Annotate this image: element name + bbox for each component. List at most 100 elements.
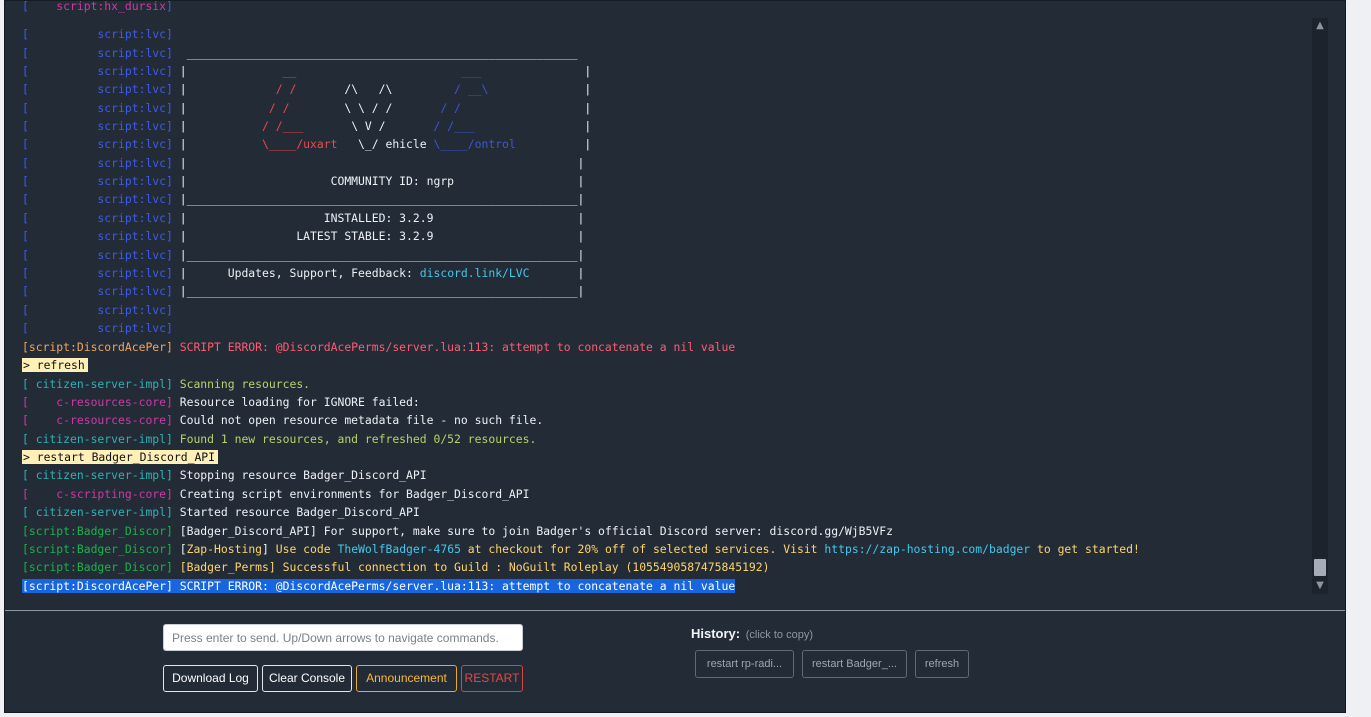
scroll-down-icon[interactable]: ▼ [1312, 578, 1328, 594]
console-text: [script:Badger_Discor] [22, 560, 173, 574]
console-text: \ V / [303, 119, 434, 133]
console-line: [ c-scripting-core] Creating script envi… [22, 485, 529, 503]
console-text: | INSTALLED: 3.2.9 | [172, 211, 585, 225]
clear-console-button[interactable]: Clear Console [262, 665, 352, 692]
console-text: [ script:lvc] [22, 137, 173, 151]
console-text: > restart Badger_Discord_API [22, 450, 219, 464]
console-text: [ script:lvc] [22, 321, 173, 335]
console-text: TheWolfBadger-4765 [337, 542, 461, 556]
console-text: | COMMUNITY ID: ngrp | [172, 174, 585, 188]
console-text: [ [22, 1, 57, 13]
console-text: at checkout for 20% off of selected serv… [460, 542, 825, 556]
console-text: Found 1 new resources, and refreshed 0/5… [172, 432, 537, 446]
console-text: [ script:lvc] [22, 174, 173, 188]
console-text: [ script:lvc] [22, 303, 173, 317]
console-text: [ citizen-server-impl] [22, 505, 173, 519]
console-text: [ c-resources-core] [22, 395, 173, 409]
console-text: Started resource Badger_Discord_API [172, 505, 420, 519]
console-text: | [172, 64, 187, 78]
console-text: | [172, 119, 187, 133]
console-text: [ script:lvc] [22, 192, 173, 206]
scroll-thumb[interactable] [1314, 559, 1326, 576]
download-log-button[interactable]: Download Log [163, 665, 258, 692]
console-text: __ [186, 64, 461, 78]
console-line: [ script:lvc] | INSTALLED: 3.2.9 | [22, 209, 584, 227]
server-console-panel: [ script:hx_dursix][ script:lvc][ script… [4, 0, 1346, 713]
console-text: [Badger_Discord_API] For support, make s… [172, 524, 893, 538]
console-line: [ script:lvc] __________________________… [22, 44, 577, 62]
history-item[interactable]: restart rp-radi... [695, 650, 794, 678]
console-text: [ script:lvc] [22, 284, 173, 298]
console-text: Scanning resources. [172, 377, 311, 391]
console-text: | [529, 266, 585, 280]
console-line: [ script:lvc] | Updates, Support, Feedba… [22, 264, 584, 282]
history-title: History: [691, 626, 741, 641]
console-text: [script:DiscordAcePer] [22, 340, 173, 354]
console-line: [ script:lvc] [22, 25, 173, 43]
console-text: | [515, 137, 592, 151]
console-text: [ script:lvc] [22, 229, 173, 243]
announcement-button[interactable]: Announcement [356, 665, 457, 692]
console-text: / /___ [186, 119, 304, 133]
console-text: Resource loading for IGNORE failed: [172, 395, 420, 409]
console-text: [ script:lvc] [22, 211, 173, 225]
console-text: [Badger_Perms] Successful connection to … [172, 560, 770, 574]
console-text: [ c-resources-core] [22, 413, 173, 427]
console-text: https://zap-hosting.com/badger [824, 542, 1031, 556]
console-line: [ script:lvc] | __ ___ | [22, 62, 591, 80]
console-text: |_______________________________________… [172, 248, 585, 262]
console-text: / / [186, 101, 290, 115]
console-line: [ script:lvc] | COMMUNITY ID: ngrp | [22, 172, 584, 190]
console-text: | LATEST STABLE: 3.2.9 | [172, 229, 585, 243]
console-text: discord.link/LVC [419, 266, 530, 280]
console-text: ________________________________________… [172, 46, 578, 60]
console-text: [ script:lvc] [22, 82, 173, 96]
console-line: [script:DiscordAcePer] SCRIPT ERROR: @Di… [22, 577, 736, 595]
history-item[interactable]: refresh [915, 650, 969, 678]
console-line: [ script:lvc] [22, 319, 173, 337]
console-text: |_______________________________________… [172, 284, 585, 298]
console-line: > refresh [22, 356, 88, 374]
console-text: | [172, 137, 187, 151]
command-input[interactable] [163, 624, 523, 651]
console-text: [ citizen-server-impl] [22, 432, 173, 446]
console-text: | | [172, 156, 585, 170]
console-line: [ script:lvc] | / / \ \ / / / / | [22, 99, 591, 117]
console-text: / / [186, 82, 297, 96]
console-text: |_______________________________________… [172, 192, 585, 206]
console-text: SCRIPT ERROR: @DiscordAcePerms/server.lu… [172, 340, 736, 354]
restart-button[interactable]: RESTART [461, 665, 523, 692]
history-heading: History: (click to copy) [691, 626, 813, 641]
console-text: [ script:lvc] [22, 266, 173, 280]
console-text: \ \ / / [289, 101, 434, 115]
console-line: [script:Badger_Discor] [Zap-Hosting] Use… [22, 540, 1140, 558]
console-line: [ script:lvc] |_________________________… [22, 246, 584, 264]
console-text: [ script:lvc] [22, 248, 173, 262]
console-text: [ script:lvc] [22, 101, 173, 115]
console-output[interactable]: [ script:hx_dursix][ script:lvc][ script… [22, 1, 1312, 595]
console-line: [script:Badger_Discor] [Badger_Perms] Su… [22, 558, 770, 576]
console-line: > restart Badger_Discord_API [22, 448, 219, 466]
console-text: [ script:lvc] [22, 46, 173, 60]
console-text: | Updates, Support, Feedback: [172, 266, 420, 280]
console-text: | [172, 82, 187, 96]
console-text: Creating script environments for Badger_… [172, 487, 530, 501]
console-text: \____/ontrol [433, 137, 516, 151]
console-line: [ script:lvc] |_________________________… [22, 282, 584, 300]
console-text: | [481, 64, 592, 78]
console-text: ] [166, 1, 173, 13]
console-text: | [488, 82, 592, 96]
console-text: Stopping resource Badger_Discord_API [172, 468, 427, 482]
console-text: | [474, 119, 592, 133]
console-text: / /___ [433, 119, 475, 133]
console-text: ] [262, 542, 276, 556]
console-line: [script:DiscordAcePer] SCRIPT ERROR: @Di… [22, 338, 735, 356]
console-text: \_/ ehicle [337, 137, 434, 151]
console-text: script:hx_dursix [56, 1, 167, 13]
console-scrollbar[interactable]: ▲ ▼ [1312, 18, 1328, 594]
console-text: [script:Badger_Discor] [22, 542, 173, 556]
scroll-up-icon[interactable]: ▲ [1312, 18, 1328, 34]
history-item[interactable]: restart Badger_... [802, 650, 907, 678]
console-text: ___ [460, 64, 482, 78]
console-text: Zap-Hosting [186, 542, 263, 556]
